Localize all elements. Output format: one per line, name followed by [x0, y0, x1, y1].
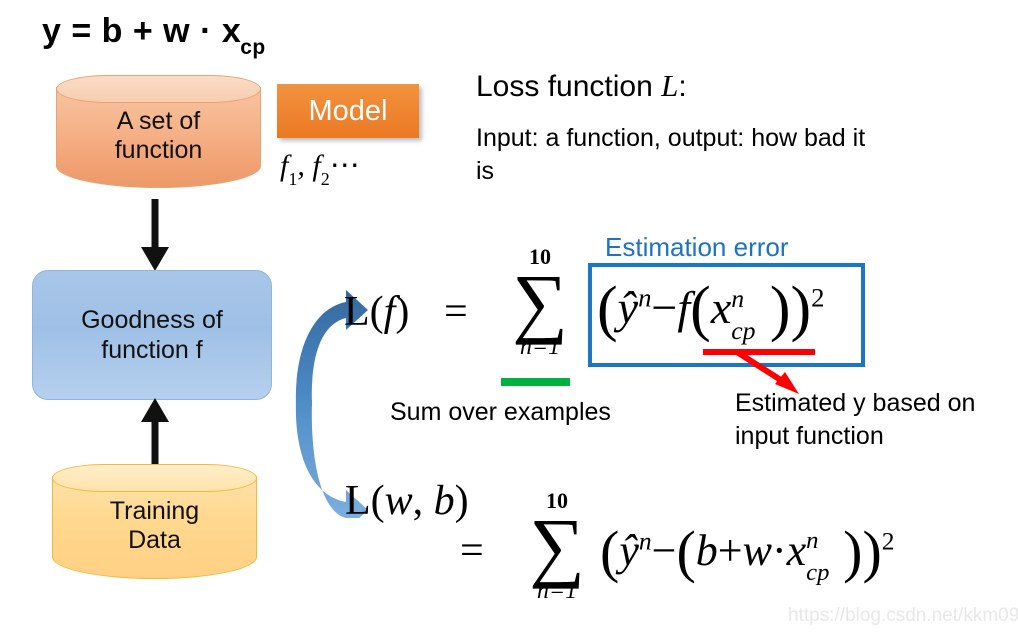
formula-lwb-dot: · [771, 526, 787, 575]
title-equation-main: y = b + w · x [42, 12, 242, 50]
formula-lwb-b-term: b [695, 526, 718, 575]
formula-lf-yhat-sup: n [638, 282, 652, 313]
formula-lwb-minus: − [651, 526, 677, 575]
model-box: Model [277, 84, 419, 138]
title-equation: y = b + w · xcp [42, 12, 267, 59]
formula-lf-f: f [677, 282, 691, 333]
slide-canvas: y = b + w · xcp A set of function Model … [0, 0, 1018, 637]
loss-heading-symbol: L [661, 68, 679, 103]
estimated-y-caption: Estimated y based on input function [735, 389, 976, 450]
formula-lwb-x-sub: cp [806, 558, 830, 586]
formula-lwb-L: L [345, 478, 371, 524]
formula-lf-left-hand-side: L(f) [344, 288, 409, 336]
formula-lwb-x: x [786, 526, 807, 575]
sigma-1-glyph: ∑ [512, 258, 568, 345]
model-function-list: f1, f2⋯ [280, 148, 361, 189]
estimation-error-label: Estimation error [605, 232, 789, 262]
formula-lf-paren-close: ) [395, 289, 410, 335]
sum-over-examples-caption: Sum over examples [390, 398, 611, 426]
cylinder-training-data-label: Training Data [110, 497, 199, 556]
loss-function-description: Input: a function, output: how bad it is [476, 124, 866, 185]
sigma-2-lower-limit: n=1 [536, 578, 578, 605]
model-box-label: Model [308, 94, 388, 127]
formula-lwb-yhat-sup: n [638, 526, 652, 556]
formula-lwb-power: 2 [881, 526, 895, 556]
formula-lf-x: x [710, 282, 732, 333]
training-line1: Training [109, 496, 200, 525]
formula-lf-x-sub: cp [731, 316, 756, 346]
formula-lf-inner-open-paren: ( [690, 275, 711, 343]
loss-function-heading: Loss function L: [476, 68, 687, 104]
formula-lwb-close-paren: ) [862, 519, 882, 584]
cylinder-set-of-function: A set of function [56, 75, 261, 197]
model-f1-sub: 1 [288, 169, 298, 189]
formula-lf-open-paren: ( [597, 275, 618, 343]
model-f2: , f [297, 149, 321, 182]
training-line2: Data [128, 526, 181, 554]
goodness-line1: Goodness of [81, 306, 223, 334]
summation-symbol-2: 10 ∑ n=1 [512, 490, 602, 605]
formula-lf-minus: − [651, 282, 678, 333]
formula-lwb-yhat: ŷ [619, 526, 639, 575]
set-of-function-line2: function [114, 136, 203, 164]
formula-lf-x-sup: n [731, 283, 745, 313]
sigma-1-lower-limit: n=1 [519, 334, 561, 361]
formula-lf-equals: = [444, 289, 468, 335]
loss-heading-prefix: Loss function [476, 70, 662, 103]
formula-lf-close-paren: ) [790, 275, 812, 343]
formula-lwb-w-term: w [742, 526, 772, 575]
formula-lwb-inner-open-paren: ( [676, 519, 696, 584]
up-arrow-icon [141, 398, 169, 470]
formula-lf-inner-close-paren: ) [769, 275, 791, 343]
model-ellipsis: ⋯ [329, 149, 361, 182]
goodness-box-label: Goodness of function f [81, 305, 223, 365]
cylinder-training-data: Training Data [52, 464, 257, 588]
formula-lwb-left-hand-side: L(w, b) [345, 477, 469, 525]
formula-lf-body: (ŷn−f(x n cp))2 [597, 268, 825, 344]
formula-lwb-open-paren: ( [600, 519, 620, 584]
set-of-function-line1: A set of [116, 106, 201, 135]
cylinder-top-ellipse [52, 464, 257, 492]
sigma-2-glyph: ∑ [529, 502, 585, 589]
formula-lf-power: 2 [811, 282, 825, 313]
formula-lwb-body: (ŷn−(b+w·x n cp))2 [600, 512, 895, 584]
formula-lwb-paren-open: ( [370, 478, 385, 524]
loss-heading-suffix: : [678, 70, 687, 103]
green-underline-annotation [501, 378, 570, 386]
down-arrow-icon [141, 199, 169, 271]
model-f2-sub: 2 [320, 169, 330, 189]
formula-lwb-comma: , [412, 478, 434, 524]
formula-lwb-paren-close: ) [454, 478, 469, 524]
goodness-of-function-box: Goodness of function f [32, 270, 272, 400]
title-equation-subscript: cp [240, 35, 266, 59]
formula-lf-var: f [383, 289, 396, 335]
cylinder-set-of-function-label: A set of function [115, 107, 203, 166]
formula-lwb-equals: = [460, 528, 484, 574]
formula-lf-paren-open: ( [369, 289, 384, 335]
formula-lwb-b: b [433, 478, 455, 524]
summation-symbol-1: 10 ∑ n=1 [495, 246, 585, 361]
cylinder-top-ellipse [56, 75, 261, 103]
formula-lwb-x-sup: n [806, 527, 819, 555]
watermark: https://blog.csdn.net/kkm09 [788, 605, 1018, 626]
formula-lf-L: L [344, 289, 370, 335]
formula-lwb-plus: + [717, 526, 743, 575]
formula-lwb-inner-close-paren: ) [843, 519, 863, 584]
goodness-line2: function f [101, 336, 203, 364]
formula-lf-yhat: ŷ [617, 282, 639, 333]
formula-lwb-w: w [384, 478, 413, 524]
